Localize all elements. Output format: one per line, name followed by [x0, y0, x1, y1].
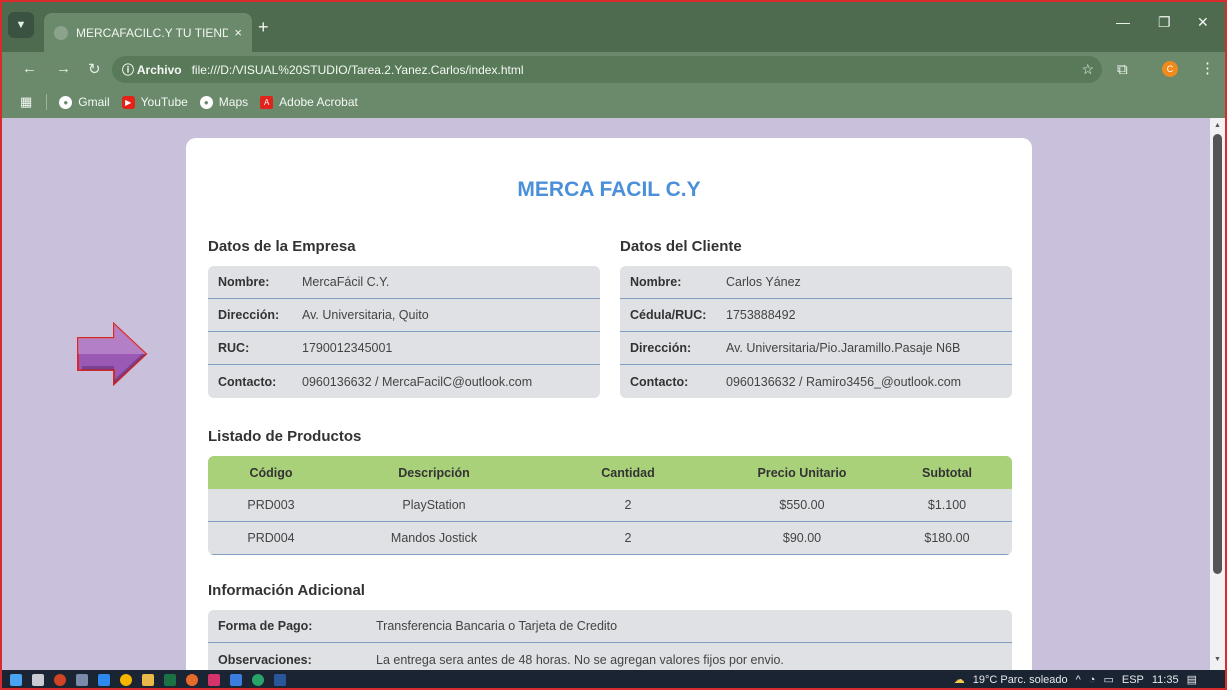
window-border	[0, 0, 1227, 690]
